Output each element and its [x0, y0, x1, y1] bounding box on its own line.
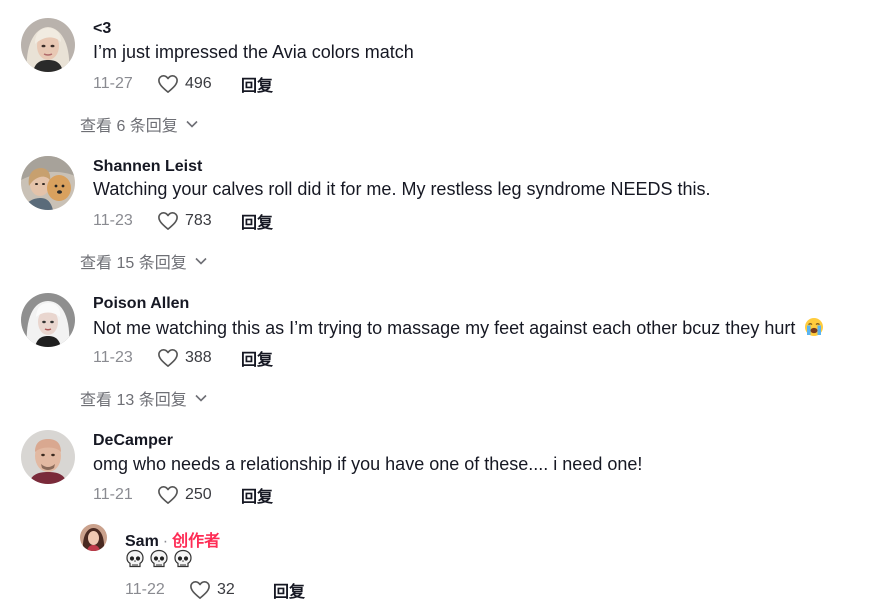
- heart-icon: [158, 486, 178, 504]
- like-count: 32: [217, 581, 235, 598]
- comment-author[interactable]: Shannen Leist: [93, 158, 202, 176]
- reply-button[interactable]: 回复: [273, 578, 305, 602]
- comment-meta: 11-21 250 回复: [93, 484, 273, 506]
- reply-author: Sam · 创作者: [125, 527, 220, 551]
- avatar[interactable]: [21, 156, 75, 210]
- comment-text: Not me watching this as I’m trying to ma…: [93, 317, 824, 339]
- like-count: 388: [185, 349, 212, 366]
- comment-meta: 11-27 496 回复: [93, 73, 273, 95]
- comment-author[interactable]: Poison Allen: [93, 295, 189, 313]
- avatar[interactable]: [21, 430, 75, 484]
- view-replies-label: 查看 15 条回复: [80, 255, 187, 272]
- reply-button[interactable]: 回复: [241, 209, 273, 233]
- separator-dot: ·: [162, 533, 169, 550]
- comment-author[interactable]: DeCamper: [93, 432, 173, 450]
- reply-author-name[interactable]: Sam: [125, 533, 159, 550]
- heart-icon: [158, 349, 178, 367]
- view-replies-label: 查看 6 条回复: [80, 118, 178, 135]
- comment-text-body: Not me watching this as I’m trying to ma…: [93, 318, 796, 338]
- avatar-bald-man-icon: [21, 430, 75, 484]
- comment-text: Watching your calves roll did it for me.…: [93, 179, 711, 199]
- chevron-down-icon: [195, 394, 207, 402]
- reply-button[interactable]: 回复: [241, 483, 273, 507]
- reply-button[interactable]: 回复: [241, 72, 273, 96]
- avatar-blonde-woman-icon: [21, 18, 75, 72]
- like-count: 783: [185, 212, 212, 229]
- loudly-crying-face-icon: [805, 318, 824, 336]
- like-button[interactable]: 32: [189, 580, 257, 600]
- like-count: 250: [185, 486, 212, 503]
- heart-icon: [158, 75, 178, 93]
- reply-meta: 11-22 32 回复: [125, 579, 305, 601]
- view-replies-button[interactable]: 查看 13 条回复: [80, 386, 207, 410]
- avatar-woman-with-dog-icon: [21, 156, 75, 210]
- comment-date: 11-23: [93, 349, 133, 366]
- reply-button[interactable]: 回复: [241, 346, 273, 370]
- comment-date: 11-22: [125, 581, 165, 598]
- comment-author[interactable]: <3: [93, 20, 111, 38]
- like-count: 496: [185, 75, 212, 92]
- comment-meta: 11-23 783 回复: [93, 210, 273, 232]
- avatar[interactable]: [80, 524, 107, 551]
- skull-icon: [126, 549, 144, 568]
- comment-date: 11-21: [93, 486, 133, 503]
- like-button[interactable]: 250: [157, 485, 225, 505]
- like-button[interactable]: 783: [157, 211, 225, 231]
- heart-icon: [190, 581, 210, 599]
- skull-icon: [150, 549, 168, 568]
- view-replies-button[interactable]: 查看 15 条回复: [80, 249, 207, 273]
- skull-icon: [174, 549, 192, 568]
- like-button[interactable]: 496: [157, 74, 225, 94]
- chevron-down-icon: [186, 120, 198, 128]
- comment-date: 11-23: [93, 212, 133, 229]
- view-replies-button[interactable]: 查看 6 条回复: [80, 112, 198, 136]
- comment-date: 11-27: [93, 75, 133, 92]
- avatar-white-hair-icon: [21, 293, 75, 347]
- reply-text: [125, 549, 193, 569]
- comment-text: omg who needs a relationship if you have…: [93, 454, 643, 474]
- like-button[interactable]: 388: [157, 348, 225, 368]
- creator-badge: 创作者: [172, 533, 221, 550]
- avatar[interactable]: [21, 293, 75, 347]
- comment-text: I’m just impressed the Avia colors match: [93, 42, 414, 62]
- comment-meta: 11-23 388 回复: [93, 347, 273, 369]
- chevron-down-icon: [195, 257, 207, 265]
- comment-list: <3 I’m just impressed the Avia colors ma…: [0, 0, 895, 611]
- view-replies-label: 查看 13 条回复: [80, 392, 187, 409]
- avatar[interactable]: [21, 18, 75, 72]
- heart-icon: [158, 212, 178, 230]
- avatar-dark-hair-woman-icon: [80, 524, 107, 551]
